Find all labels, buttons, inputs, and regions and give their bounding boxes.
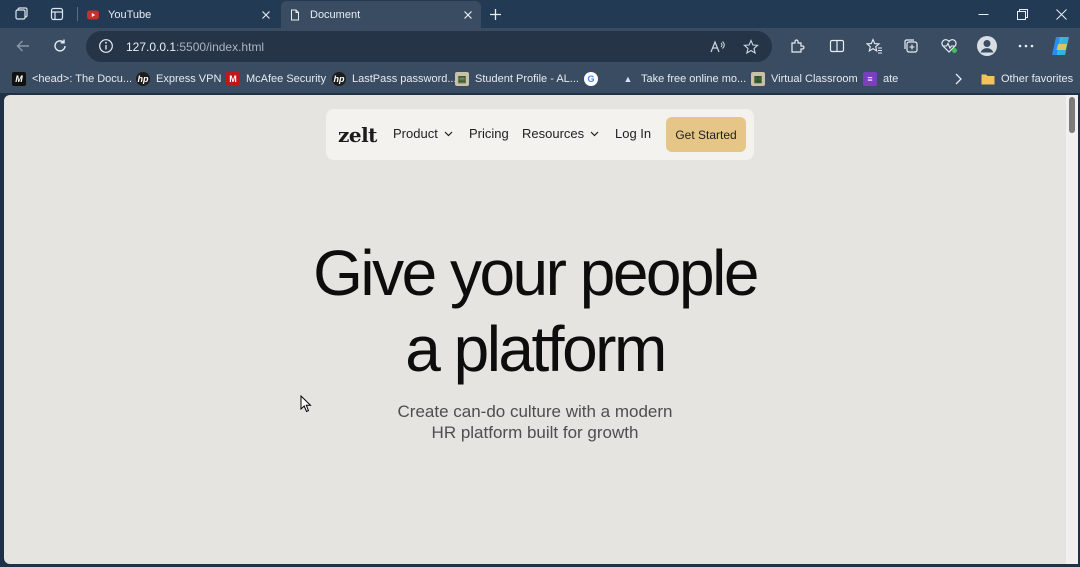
bookmark-mdn[interactable]: M <head>: The Docu... <box>12 71 132 87</box>
profile-avatar-icon[interactable] <box>974 33 1000 59</box>
tab-document[interactable]: Document <box>281 1 481 28</box>
hero-line-2: a platform <box>405 313 667 385</box>
nav-login[interactable]: Log In <box>615 126 651 141</box>
favorite-star-icon[interactable] <box>741 37 761 57</box>
back-button[interactable] <box>10 33 36 59</box>
close-tab-icon[interactable] <box>459 6 477 24</box>
nav-resources[interactable]: Resources <box>522 126 599 141</box>
other-favorites-label: Other favorites <box>1001 73 1074 85</box>
hero-heading: Give your people a platform <box>4 235 1066 387</box>
nav-product[interactable]: Product <box>393 126 453 141</box>
settings-more-icon[interactable] <box>1013 33 1039 59</box>
google-icon: G <box>584 72 598 86</box>
mdn-icon: M <box>12 72 26 86</box>
bookmark-student-profile[interactable]: ▤ Student Profile - AL... <box>455 71 579 87</box>
split-screen-icon[interactable] <box>824 33 850 59</box>
page-icon <box>289 9 301 21</box>
bookmark-label: ate <box>883 73 899 85</box>
nav-resources-label: Resources <box>522 126 585 141</box>
read-aloud-icon[interactable] <box>708 37 728 57</box>
url-text: 127.0.0.1:5500/index.html <box>126 40 264 54</box>
subheading-line-1: Create can-do culture with a modern <box>397 402 673 421</box>
bookmark-label: Virtual Classroom <box>771 73 858 85</box>
restore-button[interactable] <box>1003 0 1041 28</box>
hero-line-1: Give your people <box>313 237 759 309</box>
scrollbar-thumb[interactable] <box>1069 97 1075 133</box>
bookmarks-bar: M <head>: The Docu... hp Express VPN M M… <box>0 65 1080 93</box>
tab-actions-icon[interactable] <box>46 4 68 24</box>
new-tab-button[interactable] <box>484 3 506 25</box>
site-navbar: zelt Product Pricing Resources Log In Ge… <box>326 109 754 160</box>
address-bar[interactable]: 127.0.0.1:5500/index.html <box>86 31 772 62</box>
hp-icon: hp <box>332 72 346 86</box>
bookmark-mcafee[interactable]: M McAfee Security <box>226 71 326 87</box>
chevron-right-icon[interactable] <box>951 72 965 86</box>
copilot-icon[interactable] <box>1048 33 1074 59</box>
hp-icon: hp <box>136 72 150 86</box>
bookmark-label: Express VPN <box>156 73 222 85</box>
browser-essentials-icon[interactable] <box>936 33 962 59</box>
page-scrollbar[interactable] <box>1066 95 1078 564</box>
close-tab-icon[interactable] <box>257 6 275 24</box>
tab-title: YouTube <box>108 8 152 21</box>
workspaces-icon[interactable] <box>11 4 33 24</box>
list-icon: ≡ <box>863 72 877 86</box>
refresh-button[interactable] <box>47 33 73 59</box>
subheading-line-2: HR platform built for growth <box>431 423 639 442</box>
tab-title: Document <box>310 8 361 21</box>
collections-icon[interactable] <box>898 33 924 59</box>
bookmark-virtual-classroom[interactable]: ▦ Virtual Classroom <box>751 71 858 87</box>
bookmark-label: Take free online mo... <box>641 73 747 85</box>
minimize-button[interactable] <box>964 0 1002 28</box>
browser-toolbar: 127.0.0.1:5500/index.html <box>0 28 1080 65</box>
tab-separator <box>77 7 78 21</box>
bookmark-google[interactable]: G <box>584 71 604 87</box>
close-window-button[interactable] <box>1042 0 1080 28</box>
bookmark-lastpass[interactable]: hp LastPass password... <box>332 71 457 87</box>
bookmark-label: Student Profile - AL... <box>475 73 579 85</box>
classroom-icon: ▦ <box>751 72 765 86</box>
bookmark-label: LastPass password... <box>352 73 457 85</box>
site-logo[interactable]: zelt <box>338 123 377 147</box>
chevron-down-icon <box>444 131 453 136</box>
other-favorites[interactable]: Other favorites <box>981 71 1073 87</box>
favorites-icon[interactable] <box>861 33 887 59</box>
folder-icon <box>981 72 995 86</box>
tab-strip: YouTube Document <box>0 0 1080 28</box>
hero-subheading: Create can-do culture with a modern HR p… <box>4 401 1066 443</box>
mouse-cursor-icon <box>300 394 312 418</box>
url-host: 127.0.0.1 <box>126 40 177 54</box>
bookmark-ate[interactable]: ≡ ate <box>863 71 898 87</box>
chevron-down-icon <box>590 131 599 136</box>
bookmark-express-vpn[interactable]: hp Express VPN <box>136 71 221 87</box>
course-icon: ▲ <box>623 74 633 84</box>
site-info-icon[interactable] <box>98 38 114 54</box>
bookmark-label: McAfee Security <box>246 73 327 85</box>
extensions-icon[interactable] <box>784 33 810 59</box>
nav-product-label: Product <box>393 126 438 141</box>
mcafee-icon: M <box>226 72 240 86</box>
bookmark-online-course[interactable]: ▲ Take free online mo... <box>621 71 747 87</box>
url-path: :5500/index.html <box>176 40 265 54</box>
tab-youtube[interactable]: YouTube <box>79 1 279 28</box>
nav-pricing[interactable]: Pricing <box>469 126 509 141</box>
youtube-icon <box>87 9 99 21</box>
get-started-button[interactable]: Get Started <box>666 117 746 152</box>
page-viewport: zelt Product Pricing Resources Log In Ge… <box>4 95 1078 564</box>
bookmark-label: <head>: The Docu... <box>32 73 133 85</box>
profile-icon: ▤ <box>455 72 469 86</box>
